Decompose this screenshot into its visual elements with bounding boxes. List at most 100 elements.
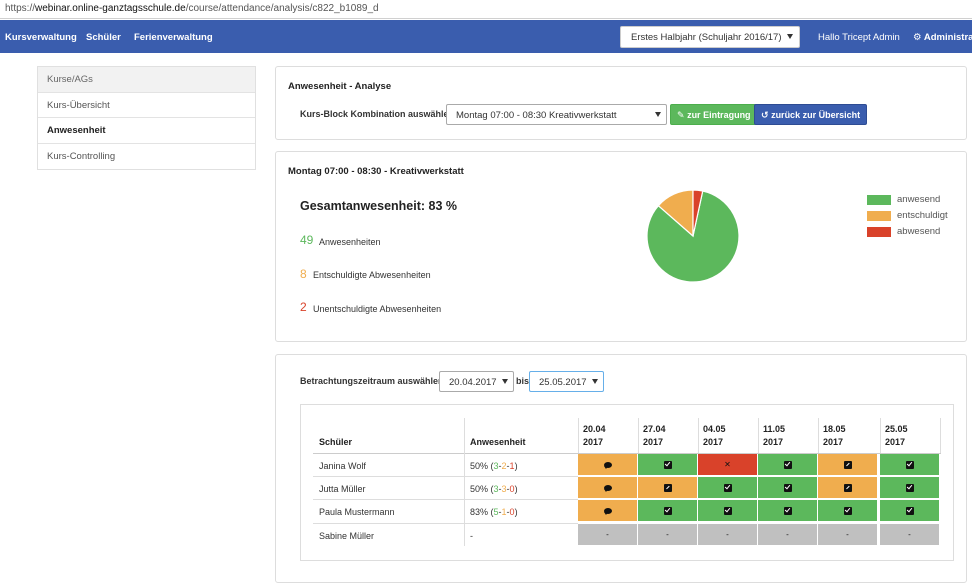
legend-swatch-anwesend — [867, 195, 891, 205]
attendance-paren: ) — [514, 507, 518, 517]
excused-label: Entschuldigte Abwesenheiten — [313, 270, 431, 280]
dash: - — [666, 529, 669, 539]
dash: - — [846, 529, 849, 539]
sidebar-item-kurs-controlling[interactable]: Kurs-Controlling — [38, 144, 255, 170]
attendance-cell[interactable] — [758, 477, 818, 499]
attendance-cell[interactable] — [758, 500, 818, 522]
student-name[interactable]: Sabine Müller — [319, 531, 374, 541]
check-icon — [843, 506, 852, 515]
attendance-cell[interactable] — [698, 500, 758, 522]
column-header-date: 04.05 — [703, 424, 726, 434]
check-icon — [663, 460, 672, 469]
attendance-cell[interactable]: - — [698, 524, 758, 546]
user-greeting[interactable]: Hallo Tricept Admin — [818, 32, 900, 43]
nav-administration[interactable]: ⚙ Administrati — [913, 32, 972, 43]
to-entry-button[interactable]: ✎ zur Eintragung — [670, 104, 758, 125]
column-header-year: 2017 — [823, 437, 844, 447]
check-icon — [905, 506, 914, 515]
attendance-cell[interactable] — [638, 454, 698, 476]
url-text[interactable]: https://webinar.online-ganztagsschule.de… — [5, 3, 379, 14]
period-from-value: 20.04.2017 — [449, 377, 497, 388]
check-icon — [783, 506, 792, 515]
edit-icon — [843, 483, 852, 492]
chevron-down-icon — [592, 379, 598, 384]
table-column-divider — [698, 418, 699, 453]
attendance-cell[interactable] — [818, 477, 878, 499]
attendance-cell[interactable] — [818, 500, 878, 522]
attendance-cell[interactable] — [818, 454, 878, 476]
address-bar[interactable]: https://webinar.online-ganztagsschule.de… — [0, 0, 972, 19]
attendance-cell[interactable]: ✕ — [698, 454, 758, 476]
column-header-year: 2017 — [703, 437, 724, 447]
course-block-select-value: Montag 07:00 - 08:30 Kreativwerkstatt — [456, 110, 617, 121]
check-icon — [905, 483, 914, 492]
student-name[interactable]: Jutta Müller — [319, 484, 366, 494]
course-block-label: Kurs-Block Kombination auswählen: — [300, 109, 458, 119]
attendance-cell[interactable] — [880, 500, 940, 522]
table-row-divider — [313, 499, 578, 500]
attendance-cell[interactable] — [578, 500, 638, 522]
attendance-cell[interactable] — [758, 454, 818, 476]
term-select-value: Erstes Halbjahr (Schuljahr 2016/17) — [631, 32, 782, 43]
period-to-label: bis — [516, 376, 530, 386]
course-block-select[interactable]: Montag 07:00 - 08:30 Kreativwerkstatt — [446, 104, 667, 125]
edit-icon — [843, 460, 852, 469]
attendance-percent: 50% — [470, 484, 489, 494]
comment-icon — [603, 507, 612, 515]
attendance-cell[interactable] — [880, 454, 940, 476]
term-select[interactable]: Erstes Halbjahr (Schuljahr 2016/17) — [620, 26, 800, 48]
column-header-year: 2017 — [885, 437, 906, 447]
sidebar-item-kurs-uebersicht[interactable]: Kurs-Übersicht — [38, 93, 255, 118]
attendance-cell[interactable] — [638, 477, 698, 499]
attendance-cell[interactable]: - — [638, 524, 698, 546]
present-label: Anwesenheiten — [319, 237, 381, 247]
student-name[interactable]: Janina Wolf — [319, 461, 366, 471]
attendance-cell[interactable]: - — [578, 524, 638, 546]
edit-icon — [663, 483, 672, 492]
table-column-divider — [818, 418, 819, 453]
sidebar: Kurse/AGs Kurs-Übersicht Anwesenheit Kur… — [37, 66, 256, 170]
legend-label-entschuldigt: entschuldigt — [897, 210, 948, 221]
column-header-attendance: Anwesenheit — [470, 437, 526, 447]
attendance-cell[interactable] — [638, 500, 698, 522]
period-to-select[interactable]: 25.05.2017 — [529, 371, 604, 392]
attendance-percent: - — [470, 531, 473, 541]
attendance-cell[interactable] — [698, 477, 758, 499]
dash: - — [726, 529, 729, 539]
legend-label-anwesend: anwesend — [897, 194, 941, 205]
attendance-summary: - — [470, 531, 473, 541]
attendance-cell[interactable] — [578, 477, 638, 499]
column-header-date: 11.05 — [763, 424, 786, 434]
attendance-percent: 83% — [470, 507, 489, 517]
check-icon — [783, 460, 792, 469]
attendance-pie-chart — [646, 189, 740, 283]
attendance-percent: 50% — [470, 461, 489, 471]
table-column-divider — [940, 418, 941, 453]
undo-icon: ↺ — [761, 110, 769, 120]
back-to-overview-button[interactable]: ↺ zurück zur Übersicht — [754, 104, 868, 125]
legend-swatch-entschuldigt — [867, 211, 891, 221]
nav-kursverwaltung[interactable]: Kursverwaltung — [5, 32, 77, 43]
legend-label-abwesend: abwesend — [897, 226, 941, 237]
chevron-down-icon — [502, 379, 508, 384]
attendance-cell[interactable]: - — [818, 524, 878, 546]
period-from-select[interactable]: 20.04.2017 — [439, 371, 514, 392]
nav-ferienverwaltung[interactable]: Ferienverwaltung — [134, 32, 213, 43]
dash: - — [908, 529, 911, 539]
dash: - — [786, 529, 789, 539]
attendance-cell[interactable] — [880, 477, 940, 499]
column-header-date: 18.05 — [823, 424, 846, 434]
attendance-cell[interactable] — [578, 454, 638, 476]
nav-schueler[interactable]: Schüler — [86, 32, 121, 43]
unexcused-label: Unentschuldigte Abwesenheiten — [313, 304, 442, 314]
attendance-cell[interactable]: - — [758, 524, 818, 546]
present-count: 49 — [300, 233, 314, 247]
url-path: /course/attendance/analysis/c822_b1089_d — [185, 3, 379, 14]
sidebar-item-kurse-ags[interactable]: Kurse/AGs — [38, 67, 255, 93]
legend-swatch-abwesend — [867, 227, 891, 237]
comment-icon — [603, 461, 612, 469]
attendance-paren: ) — [514, 484, 518, 494]
sidebar-item-anwesenheit[interactable]: Anwesenheit — [38, 118, 255, 144]
attendance-cell[interactable]: - — [880, 524, 940, 546]
student-name[interactable]: Paula Mustermann — [319, 507, 395, 517]
